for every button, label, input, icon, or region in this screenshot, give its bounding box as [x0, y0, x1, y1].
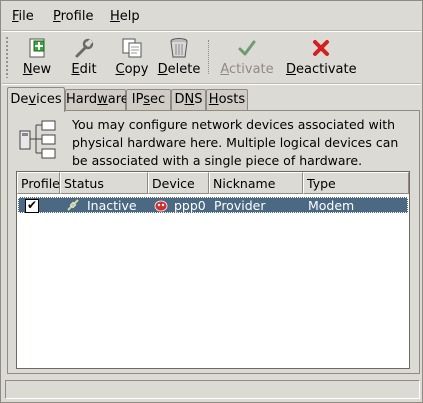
network-devices-icon [19, 120, 56, 159]
tab-hardware[interactable]: Hardware [65, 89, 129, 111]
menu-profile-label: rofile [60, 9, 94, 24]
menu-help[interactable]: Help [110, 9, 140, 24]
trash-icon [170, 38, 188, 58]
edit-button[interactable]: Edit [64, 32, 104, 80]
activate-button[interactable]: Activate [220, 32, 274, 80]
column-header-type[interactable]: Type [303, 172, 409, 194]
status-bar [5, 380, 420, 399]
wrench-icon [75, 38, 94, 58]
info-description: You may configure network devices associ… [72, 117, 399, 168]
tab-dns-label: DNS [174, 92, 203, 107]
devices-panel: You may configure network devices associ… [7, 110, 420, 374]
activate-button-label: Activate [220, 62, 274, 77]
tab-ipsec[interactable]: IPsec [126, 89, 171, 111]
table-row[interactable]: ✔ Inactive ppp0 Provider Modem [18, 197, 408, 213]
tab-ipsec-label: IPsec [131, 92, 166, 107]
device-cell: ppp0 [174, 198, 206, 213]
menu-bar: File Profile Help [2, 3, 421, 29]
menu-file[interactable]: File [12, 9, 34, 24]
new-button-label: New [22, 62, 52, 77]
column-header-device[interactable]: Device [148, 172, 209, 194]
menu-profile[interactable]: Profile [53, 9, 93, 24]
delete-label-text: elete [167, 62, 201, 77]
profile-checkbox[interactable]: ✔ [25, 198, 39, 213]
delete-button-label: Delete [157, 62, 201, 77]
check-icon [238, 40, 256, 56]
copy-icon [122, 38, 142, 58]
type-cell: Modem [308, 198, 355, 213]
toolbar: New Edit Copy Delete Activate Deactivate [2, 32, 421, 82]
toolbar-divider [2, 83, 421, 85]
new-label-text: ew [32, 62, 52, 77]
tab-hosts-label: Hosts [208, 92, 246, 107]
tab-hardware-label: Hardware [66, 92, 129, 107]
column-header-status[interactable]: Status [60, 172, 148, 194]
new-document-icon [29, 38, 45, 58]
activate-label-text: ctivate [229, 62, 274, 77]
network-config-window: File Profile Help New Edit Copy Delete A… [0, 0, 423, 403]
column-header-profile[interactable]: Profile [17, 172, 60, 194]
devices-list[interactable]: Profile Status Device Nickname Type ✔ In… [16, 171, 410, 369]
tab-hosts[interactable]: Hosts [206, 89, 248, 111]
toolbar-separator [208, 40, 210, 74]
menu-file-label: ile [18, 9, 34, 24]
deactivate-button[interactable]: Deactivate [286, 32, 357, 80]
checkmark-icon: ✔ [27, 198, 38, 212]
copy-button-label: Copy [115, 62, 149, 77]
deactivate-label-text: eactivate [296, 62, 357, 77]
edit-button-label: Edit [71, 62, 97, 77]
nickname-cell: Provider [214, 198, 266, 213]
modem-icon [154, 200, 168, 212]
column-header-nickname[interactable]: Nickname [209, 172, 303, 194]
status-cell: Inactive [87, 198, 137, 213]
deactivate-button-label: Deactivate [286, 62, 357, 77]
list-header: Profile Status Device Nickname Type [17, 172, 409, 196]
edit-label-text: dit [79, 62, 97, 77]
new-button[interactable]: New [16, 32, 58, 80]
copy-label-text: opy [124, 62, 149, 77]
tab-devices-label: Devices [10, 92, 62, 107]
tab-devices[interactable]: Devices [7, 87, 65, 112]
menu-help-label: elp [119, 9, 140, 24]
copy-button[interactable]: Copy [112, 32, 152, 80]
delete-button[interactable]: Delete [156, 32, 202, 80]
red-x-icon [313, 40, 329, 56]
tab-dns[interactable]: DNS [171, 89, 206, 111]
toolbar-grip[interactable] [5, 36, 9, 78]
unplugged-icon [67, 199, 79, 211]
